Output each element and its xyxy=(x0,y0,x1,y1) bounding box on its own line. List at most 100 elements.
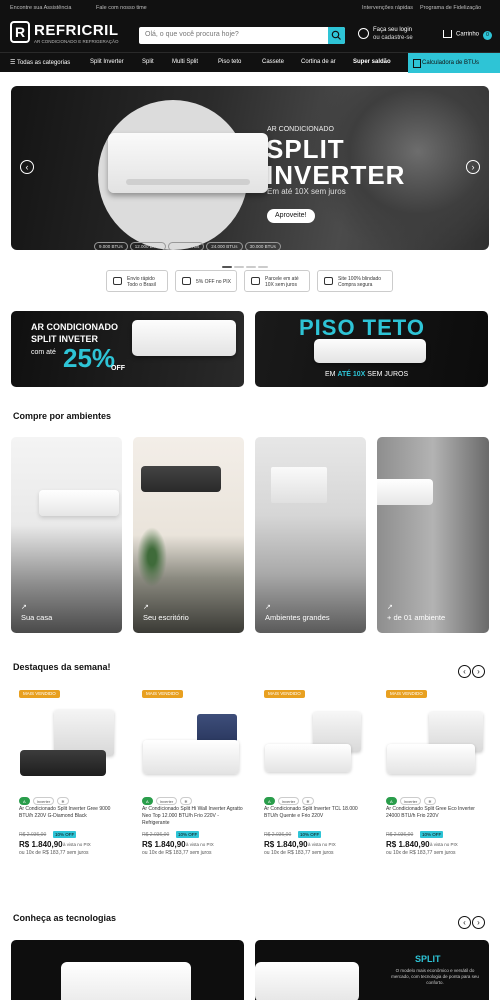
energy-class-tag: A xyxy=(264,797,275,805)
env-ac-image xyxy=(141,466,221,492)
product-card[interactable]: MAIS VENDIDO A Inverter ❄ Ar Condicionado … xyxy=(13,690,128,870)
hero-cta-button[interactable]: Aproveite! xyxy=(267,209,315,223)
hero-btu-chips: 9.000 BTUs 12.000 BTUs 18.000 BTUs 24.000 B… xyxy=(94,235,283,250)
benefit-text: 10X sem juros xyxy=(265,282,297,288)
product-tags: A Inverter ❄ xyxy=(19,790,72,805)
nav-all-categories-label: Todas as categorias xyxy=(16,60,71,66)
env-card-office[interactable]: Seu escritório xyxy=(133,437,244,633)
product-old-price: R$ 2.036,00 xyxy=(264,832,292,838)
hero-next-arrow-icon[interactable]: › xyxy=(466,160,480,174)
env-cassette-image xyxy=(271,467,327,503)
env-card-large[interactable]: Ambientes grandes xyxy=(255,437,366,633)
nav-all-categories[interactable]: ☰ Todas as categorias xyxy=(10,59,70,66)
btu-calculator-button[interactable]: Calculadora de BTUs xyxy=(408,53,500,73)
nav-cortina-de-ar[interactable]: Cortina de ar xyxy=(301,59,336,65)
benefit-installments: Parcele em até 10X sem juros xyxy=(244,270,310,292)
snowflake-icon: ❄ xyxy=(180,797,192,805)
env-ac-image xyxy=(39,490,119,516)
nav-cassete[interactable]: Cassete xyxy=(262,59,284,65)
search-bar[interactable]: Olá, o que você procura hoje? xyxy=(139,27,345,44)
top-bar: Encontre sua Assistência Fale com nosso … xyxy=(0,0,500,17)
chevron-right-icon[interactable]: › xyxy=(472,665,485,678)
product-name[interactable]: Ar Condicionado Split Hi Wall Inverter A… xyxy=(142,806,246,827)
hero-dot[interactable] xyxy=(258,266,268,268)
section-title-highlights: Destaques da semana! xyxy=(13,662,111,672)
promo-banner-piso-teto[interactable]: PISO TETO EM ATÉ 10X SEM JUROS xyxy=(255,311,488,387)
hero-dot[interactable] xyxy=(246,266,256,268)
tech-card-inverter[interactable] xyxy=(11,940,244,1000)
hero-banner[interactable]: AR CONDICIONADO SPLIT INVERTER Em até 10… xyxy=(11,86,489,250)
nav-split-inverter[interactable]: Split Inverter xyxy=(90,59,124,65)
promo-2-highlight: ATÉ 10X xyxy=(337,371,366,378)
promo-1-ac-image xyxy=(132,320,236,356)
product-badge: MAIS VENDIDO xyxy=(264,690,305,698)
promo-2-prefix: EM xyxy=(325,371,338,378)
hero-dot[interactable] xyxy=(234,266,244,268)
env-label-large: Ambientes grandes xyxy=(265,603,330,622)
env-card-home[interactable]: Sua casa xyxy=(11,437,122,633)
product-image xyxy=(18,704,123,786)
topbar-link-assistance[interactable]: Encontre sua Assistência xyxy=(10,5,71,11)
product-image xyxy=(385,704,490,786)
product-installments: ou 10x de R$ 183,77 sem juros xyxy=(19,850,89,856)
hero-subtitle: Em até 10X sem juros xyxy=(267,187,346,196)
nav-split[interactable]: Split xyxy=(142,59,154,65)
product-card[interactable]: MAIS VENDIDO A Inverter ❄ Ar Condicionado … xyxy=(136,690,251,870)
product-image xyxy=(263,704,368,786)
product-price: R$ 1.840,90 xyxy=(264,840,308,849)
benefit-pix: 5% OFF no PIX xyxy=(175,270,237,292)
product-installments: ou 10x de R$ 183,77 sem juros xyxy=(264,850,334,856)
benefit-shipping: Envio rápido Todo o Brasil xyxy=(106,270,168,292)
chevron-left-icon[interactable]: ‹ xyxy=(458,665,471,678)
inverter-tag: Inverter xyxy=(277,797,300,805)
inverter-tag: Inverter xyxy=(399,797,422,805)
product-discount: 10% OFF xyxy=(176,831,200,838)
search-button[interactable] xyxy=(328,27,345,44)
promo-1-off: OFF xyxy=(111,365,125,372)
product-tags: A Inverter ❄ xyxy=(142,790,195,805)
search-input[interactable]: Olá, o que você procura hoje? xyxy=(145,31,239,38)
hero-pagination xyxy=(222,255,270,268)
env-card-multi[interactable]: + de 01 ambiente xyxy=(377,437,489,633)
main-nav: ☰ Todas as categorias Split Inverter Spl… xyxy=(0,52,500,73)
product-card[interactable]: MAIS VENDIDO A Inverter ❄ Ar Condicionado … xyxy=(380,690,495,870)
product-pix-note: à vista no PIX xyxy=(430,842,458,847)
product-old-price: R$ 2.036,00 xyxy=(142,832,170,838)
product-badge: MAIS VENDIDO xyxy=(386,690,427,698)
product-discount: 10% OFF xyxy=(53,831,77,838)
nav-piso-teto[interactable]: Piso teto xyxy=(218,59,241,65)
cart-button[interactable]: Carrinho 0 xyxy=(443,30,493,40)
hero-kicker: AR CONDICIONADO xyxy=(267,126,334,133)
product-price: R$ 1.840,90 xyxy=(142,840,186,849)
chevron-right-icon[interactable]: › xyxy=(472,916,485,929)
promo-banner-split-inverter[interactable]: AR CONDICIONADO SPLIT INVETER com até 25… xyxy=(11,311,244,387)
product-card[interactable]: MAIS VENDIDO A Inverter ❄ Ar Condicionado … xyxy=(258,690,373,870)
search-icon xyxy=(331,30,341,40)
product-installments: ou 10x de R$ 183,77 sem juros xyxy=(142,850,212,856)
topbar-link-fast[interactable]: Intervenções rápidas xyxy=(362,5,413,11)
promo-2-title: PISO TETO xyxy=(299,315,425,340)
product-name[interactable]: Ar Condicionado Split Gree Eco Inverter … xyxy=(386,806,490,820)
product-discount: 10% OFF xyxy=(298,831,322,838)
env-label-multi: + de 01 ambiente xyxy=(387,603,445,622)
tech-split-title: SPLIT xyxy=(415,954,441,964)
topbar-link-contact[interactable]: Fale com nosso time xyxy=(96,5,147,11)
hero-dot[interactable] xyxy=(222,266,232,268)
product-name[interactable]: Ar Condicionado Split Inverter TCL 18.00… xyxy=(264,806,368,820)
topbar-link-loyalty[interactable]: Programa de Fidelização xyxy=(420,5,481,11)
env-label-office: Seu escritório xyxy=(143,603,189,622)
nav-multi-split[interactable]: Multi Split xyxy=(172,59,198,65)
product-name[interactable]: Ar Condicionado Split Inverter Gree 9000… xyxy=(19,806,123,820)
logo-name: REFRICRIL xyxy=(34,22,119,39)
tech-card-split[interactable]: SPLIT O modelo mais econômico e versátil… xyxy=(255,940,489,1000)
promo-2-ac-image xyxy=(314,339,426,363)
nav-super-saldao[interactable]: Super saldão xyxy=(353,59,391,65)
promo-2-suffix: SEM JUROS xyxy=(365,371,409,378)
header: R REFRICRIL AR CONDICIONADO E REFRIGERAÇ… xyxy=(0,17,500,52)
hero-prev-arrow-icon[interactable]: ‹ xyxy=(20,160,34,174)
chevron-left-icon[interactable]: ‹ xyxy=(458,916,471,929)
hero-chip: 24.000 BTUs xyxy=(206,242,243,250)
snowflake-icon: ❄ xyxy=(302,797,314,805)
promo-1-com-ate: com até xyxy=(31,349,56,356)
product-pix-note: à vista no PIX xyxy=(308,842,336,847)
